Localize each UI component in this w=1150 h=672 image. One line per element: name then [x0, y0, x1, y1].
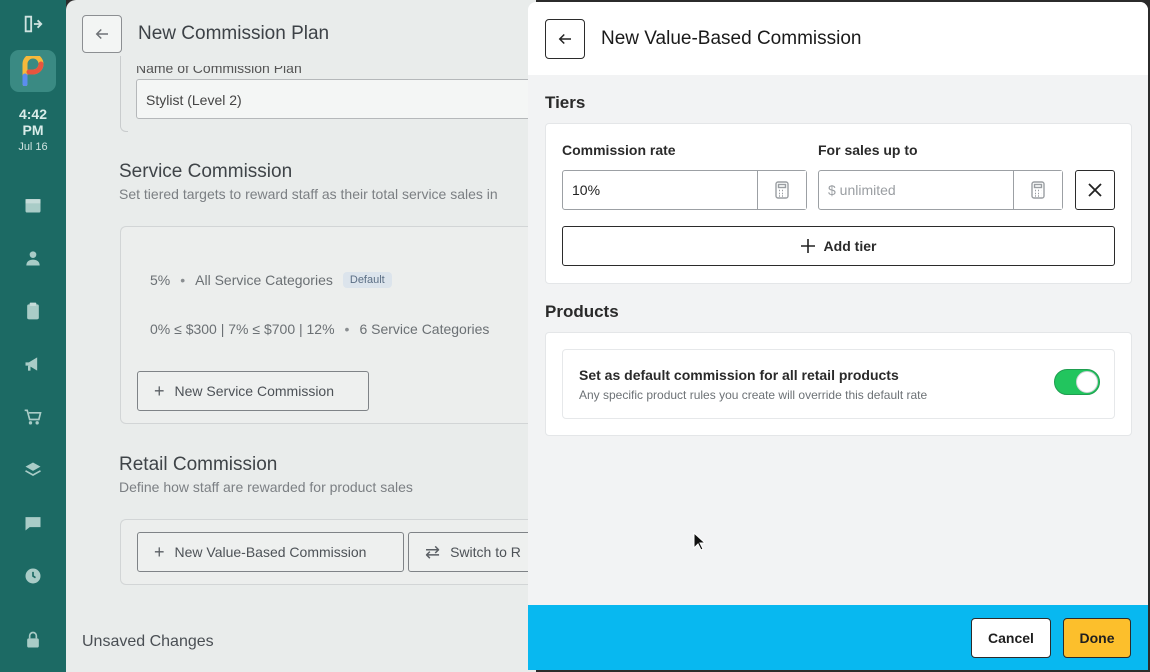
add-tier-label: Add tier: [823, 238, 877, 254]
page-back-button[interactable]: [82, 15, 122, 53]
close-icon: [1088, 183, 1102, 197]
new-service-commission-label: New Service Commission: [174, 383, 334, 399]
products-title: Products: [545, 302, 619, 321]
unsaved-changes-text: Unsaved Changes: [82, 633, 214, 650]
default-commission-subtitle: Any specific product rules you create wi…: [579, 388, 928, 402]
page-title: New Commission Plan: [138, 23, 330, 44]
separator-dot: •: [180, 272, 186, 288]
default-commission-toggle[interactable]: [1054, 369, 1100, 395]
clock-icon[interactable]: [11, 556, 55, 596]
tiers-title: Tiers: [545, 93, 586, 112]
new-value-based-commission-label: New Value-Based Commission: [174, 544, 367, 560]
drawer-title: New Value-Based Commission: [601, 27, 862, 49]
remove-tier-button[interactable]: [1075, 170, 1115, 210]
time-text: 4:42: [18, 106, 47, 122]
default-commission-title: Set as default commission for all retail…: [579, 367, 899, 383]
retail-commission-subtitle: Define how staff are rewarded for produc…: [119, 479, 413, 495]
service-row-rate: 5%: [150, 272, 171, 288]
retail-commission-title: Retail Commission: [119, 454, 278, 475]
mouse-cursor-icon: [693, 531, 707, 556]
default-commission-row: Set as default commission for all retail…: [562, 349, 1115, 419]
sales-limit-field: [818, 170, 1063, 210]
date-text: Jul 16: [18, 141, 48, 153]
megaphone-icon[interactable]: [11, 344, 55, 384]
drawer-footer: Cancel Done: [528, 605, 1148, 670]
service-row-rate: 0% ≤ $300 | 7% ≤ $700 | 12%: [150, 321, 335, 337]
calculator-icon: [775, 181, 789, 199]
service-row-scope: 6 Service Categories: [359, 321, 490, 337]
service-commission-title: Service Commission: [119, 161, 293, 182]
ampm-text: PM: [22, 122, 44, 138]
plan-name-label: Name of Commission Plan: [136, 60, 302, 76]
done-button[interactable]: Done: [1063, 618, 1131, 658]
drawer-header: New Value-Based Commission: [528, 2, 1148, 75]
value-based-commission-drawer: New Value-Based Commission Tiers Commiss…: [528, 2, 1148, 670]
service-row-tiered[interactable]: 0% ≤ $300 | 7% ≤ $700 | 12% • 6 Service …: [150, 321, 489, 337]
clipboard-icon[interactable]: [11, 291, 55, 331]
default-badge: Default: [342, 272, 392, 288]
service-commission-subtitle: Set tiered targets to reward staff as th…: [119, 186, 498, 202]
arrow-left-icon: [558, 33, 571, 44]
new-service-commission-button[interactable]: + New Service Commission: [137, 371, 369, 411]
exit-icon[interactable]: [19, 12, 47, 36]
lock-icon[interactable]: [11, 620, 55, 660]
service-row-default[interactable]: 5% • All Service Categories Default: [150, 272, 392, 288]
user-icon[interactable]: [11, 238, 55, 278]
toggle-knob: [1076, 371, 1098, 393]
sales-limit-label: For sales up to: [818, 142, 918, 158]
commission-rate-label: Commission rate: [562, 142, 676, 158]
cart-icon[interactable]: [11, 397, 55, 437]
sales-limit-input[interactable]: [819, 171, 1013, 209]
arrow-left-icon: [95, 28, 108, 40]
app-rail: 4:42 PM Jul 16: [0, 0, 66, 672]
plan-name-card: [120, 56, 128, 132]
calculator-button[interactable]: [757, 171, 806, 209]
logo-icon[interactable]: [10, 50, 56, 92]
calculator-button[interactable]: [1013, 171, 1062, 209]
service-row-scope: All Service Categories: [195, 272, 333, 288]
calendar-icon[interactable]: [11, 185, 55, 225]
calculator-icon: [1031, 181, 1045, 199]
switch-button[interactable]: ⇄ Switch to R: [408, 532, 536, 572]
separator-dot: •: [344, 321, 350, 337]
add-tier-button[interactable]: Add tier: [562, 226, 1115, 266]
plan-name-input[interactable]: Stylist (Level 2): [136, 79, 536, 119]
cancel-button[interactable]: Cancel: [971, 618, 1051, 658]
switch-label: Switch to R: [450, 544, 521, 560]
plus-icon: +: [154, 380, 165, 401]
layers-icon[interactable]: [11, 450, 55, 490]
new-value-based-commission-button[interactable]: + New Value-Based Commission: [137, 532, 404, 572]
commission-rate-field: [562, 170, 807, 210]
commission-rate-input[interactable]: [563, 171, 757, 209]
clock-time: 4:42 PM Jul 16: [18, 106, 47, 155]
swap-icon: ⇄: [425, 541, 441, 562]
tiers-panel: Commission rate For sales up to Add tier: [545, 123, 1132, 284]
products-panel: Set as default commission for all retail…: [545, 332, 1132, 436]
drawer-back-button[interactable]: [545, 18, 585, 59]
plus-icon: +: [154, 541, 165, 562]
commission-plan-page: New Commission Plan Name of Commission P…: [66, 0, 536, 672]
plus-icon: [800, 239, 815, 253]
chat-icon[interactable]: [11, 503, 55, 543]
page-header: New Commission Plan: [82, 15, 329, 53]
